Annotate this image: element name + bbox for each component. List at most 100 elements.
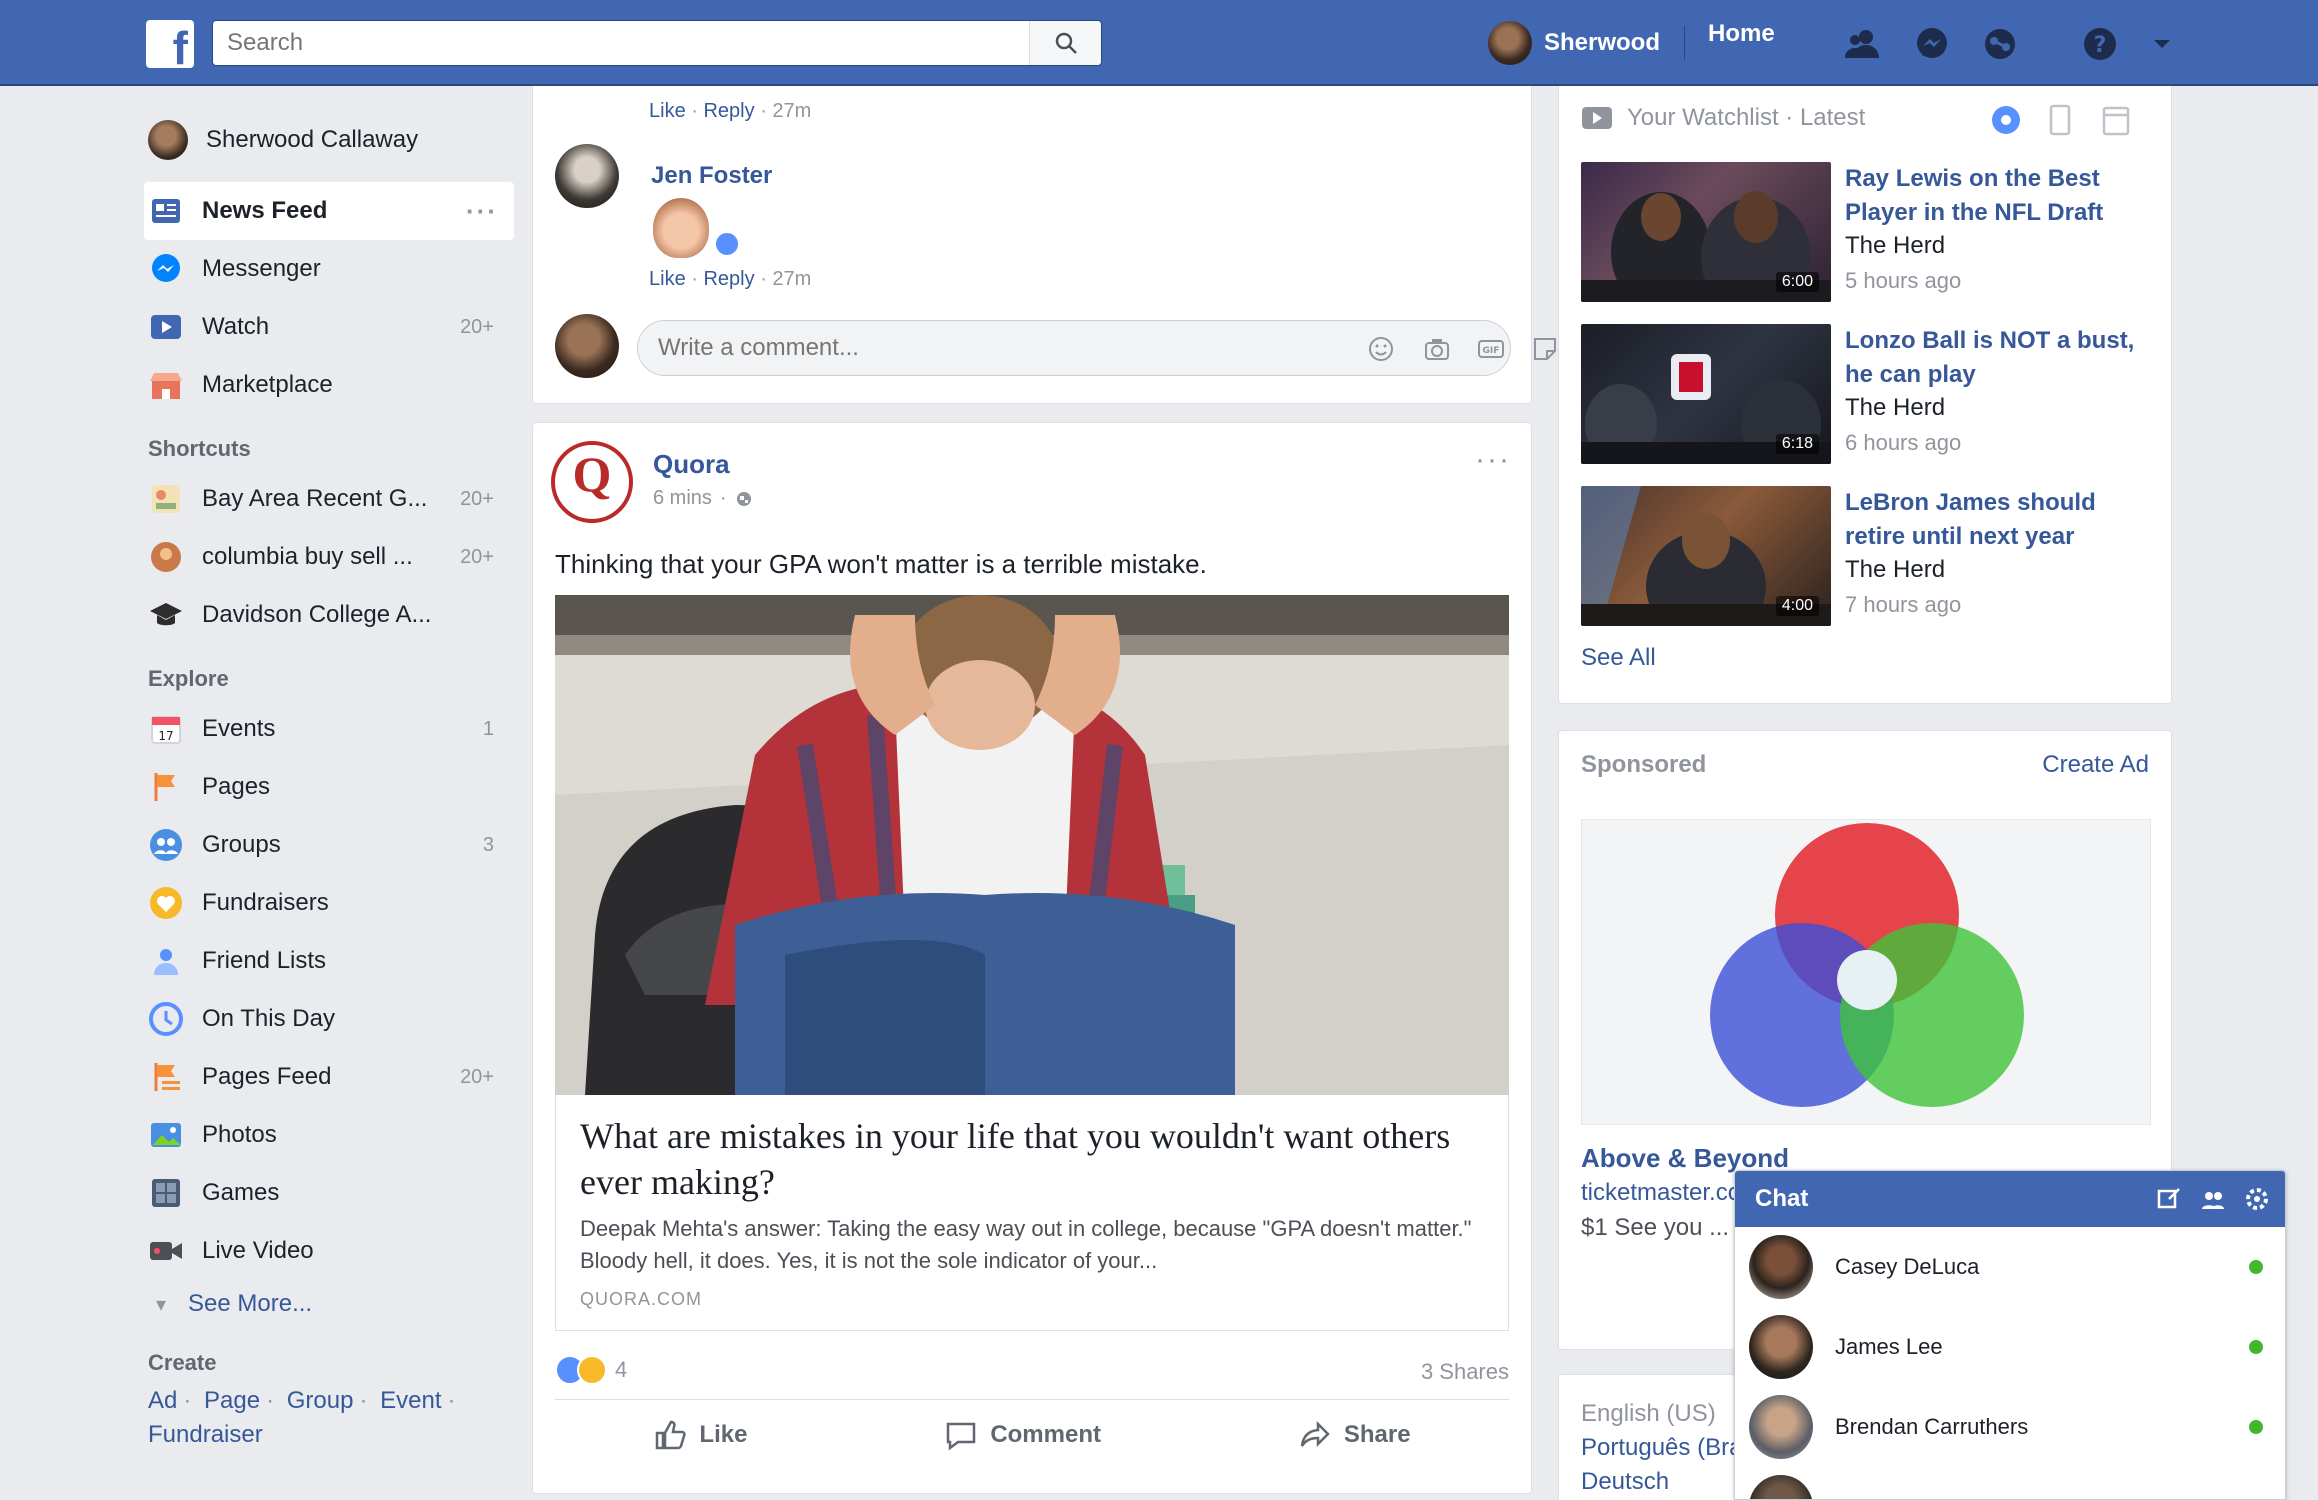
chevron-down-icon: ▾	[156, 1293, 167, 1316]
sidebar-item-friend-lists[interactable]: Friend Lists	[144, 932, 514, 990]
calendar-icon[interactable]	[2099, 102, 2133, 138]
chat-contact[interactable]: James Lee	[1735, 1307, 2285, 1387]
gif-icon[interactable]: GIF	[1476, 335, 1506, 363]
sidebar-item-news-feed[interactable]: News Feed ···	[144, 182, 514, 240]
messages-icon[interactable]	[1910, 22, 1954, 66]
shortcut-item[interactable]: Davidson College A...	[144, 586, 514, 644]
create-ad-link[interactable]: Ad	[148, 1387, 177, 1414]
sidebar-item-marketplace[interactable]: Marketplace	[144, 356, 514, 414]
new-message-icon[interactable]	[2155, 1185, 2183, 1213]
comment-timestamp: 27m	[772, 268, 812, 290]
sidebar-item-pages-feed[interactable]: Pages Feed 20+	[144, 1048, 514, 1106]
facebook-logo[interactable]: f	[146, 20, 194, 68]
see-all-link[interactable]: See All	[1581, 644, 1656, 672]
notifications-icon[interactable]	[1978, 22, 2022, 66]
notification-count: 1	[482, 717, 494, 740]
video-source[interactable]: The Herd	[1845, 556, 1945, 584]
search-input[interactable]	[213, 21, 1013, 65]
post-link-image[interactable]	[555, 595, 1509, 1095]
create-ad-link[interactable]: Create Ad	[2042, 751, 2149, 779]
news-feed: Like · Reply · 27m Jen Foster Like · Rep…	[532, 86, 1556, 1494]
comment-reply-link[interactable]: Reply	[703, 100, 754, 122]
share-button[interactable]: Share	[1298, 1418, 1411, 1452]
notification-count: 20+	[460, 487, 494, 510]
sidebar-item-fundraisers[interactable]: Fundraisers	[144, 874, 514, 932]
sidebar-item-photos[interactable]: Photos	[144, 1106, 514, 1164]
profile-link[interactable]: Sherwood	[1488, 20, 1660, 66]
link-title[interactable]: What are mistakes in your life that you …	[580, 1113, 1480, 1205]
video-thumbnail[interactable]: 6:18	[1581, 324, 1831, 464]
create-event-link[interactable]: Event	[380, 1387, 441, 1414]
link-preview[interactable]: What are mistakes in your life that you …	[555, 1095, 1509, 1331]
post-meta: 6 mins ·	[653, 487, 753, 510]
online-status-indicator	[2249, 1340, 2263, 1354]
ad-image[interactable]	[1581, 819, 2151, 1125]
sidebar-item-groups[interactable]: Groups 3	[144, 816, 514, 874]
video-title[interactable]: Ray Lewis on the Best Player in the NFL …	[1845, 162, 2155, 230]
settings-gear-icon[interactable]	[2243, 1185, 2271, 1213]
watchlist-video[interactable]: 4:00 LeBron James should retire until ne…	[1581, 486, 2171, 626]
comment-button[interactable]: Comment	[944, 1418, 1101, 1452]
search-button[interactable]	[1029, 21, 1101, 65]
watchlist-video[interactable]: 6:18 Lonzo Ball is NOT a bust, he can pl…	[1581, 324, 2171, 464]
help-icon[interactable]: ?	[2078, 22, 2122, 66]
comment-input[interactable]	[638, 321, 1238, 375]
video-title[interactable]: LeBron James should retire until next ye…	[1845, 486, 2155, 554]
color-venn-art	[1710, 823, 2024, 1107]
watchlist-panel: Your Watchlist · Latest 6:00 Ray Lewis o…	[1558, 86, 2172, 704]
profile-shortcut[interactable]: Sherwood Callaway	[144, 110, 514, 170]
shortcut-item[interactable]: Bay Area Recent G... 20+	[144, 470, 514, 528]
video-source[interactable]: The Herd	[1845, 232, 1945, 260]
sidebar-item-events[interactable]: 17 Events 1	[144, 700, 514, 758]
shortcut-item[interactable]: columbia buy sell ... 20+	[144, 528, 514, 586]
chat-contact[interactable]: Casey DeLuca	[1735, 1227, 2285, 1307]
like-button[interactable]: Like	[653, 1418, 747, 1452]
watchlist-video[interactable]: 6:00 Ray Lewis on the Best Player in the…	[1581, 162, 2171, 302]
create-fundraiser-link[interactable]: Fundraiser	[148, 1421, 263, 1448]
link-description: Deepak Mehta's answer: Taking the easy w…	[580, 1216, 1472, 1273]
friends-icon[interactable]	[1840, 22, 1884, 66]
home-link[interactable]: Home	[1708, 20, 1775, 66]
more-options-icon[interactable]: ···	[466, 196, 498, 227]
reaction-count: 4	[615, 1357, 628, 1382]
comment-reply-link[interactable]: Reply	[703, 268, 754, 290]
video-thumbnail[interactable]: 4:00	[1581, 486, 1831, 626]
share-count[interactable]: 3 Shares	[1421, 1359, 1509, 1385]
camera-icon[interactable]	[1422, 335, 1452, 363]
post-author[interactable]: Quora	[653, 449, 730, 480]
sidebar-item-pages[interactable]: Pages	[144, 758, 514, 816]
post-timestamp[interactable]: 6 mins	[653, 487, 712, 510]
comment-like-link[interactable]: Like	[649, 100, 686, 122]
watchlist-filter-icon[interactable]	[1989, 102, 2023, 138]
video-title[interactable]: Lonzo Ball is NOT a bust, he can play	[1845, 324, 2155, 392]
sidebar-item-live-video[interactable]: Live Video	[144, 1222, 514, 1280]
page-avatar[interactable]: Q	[551, 441, 633, 523]
reaction-summary[interactable]: 4	[555, 1355, 627, 1385]
create-page-link[interactable]: Page	[204, 1387, 260, 1414]
comment-composer[interactable]: GIF	[637, 320, 1556, 376]
sidebar-item-on-this-day[interactable]: On This Day	[144, 990, 514, 1048]
caret-down-icon[interactable]	[2148, 22, 2176, 66]
comment-like-link[interactable]: Like	[649, 268, 686, 290]
see-more-link[interactable]: ▾ See More...	[144, 1280, 514, 1328]
avatar[interactable]	[555, 144, 619, 208]
chat-contact[interactable]: Brendan Carruthers	[1735, 1387, 2285, 1467]
sticker-icon[interactable]	[1530, 335, 1560, 363]
commenter-name[interactable]: Jen Foster	[651, 162, 772, 190]
sidebar-item-games[interactable]: Games	[144, 1164, 514, 1222]
bookmark-icon[interactable]	[2043, 102, 2077, 138]
create-group-link[interactable]: Group	[287, 1387, 354, 1414]
sidebar-item-messenger[interactable]: Messenger	[144, 240, 514, 298]
group-chat-icon[interactable]	[2199, 1185, 2227, 1213]
emoji-icon[interactable]	[1366, 335, 1396, 363]
video-source[interactable]: The Herd	[1845, 394, 1945, 422]
comment-icon	[947, 1422, 976, 1450]
chat-header[interactable]: Chat	[1735, 1171, 2285, 1227]
video-thumbnail[interactable]: 6:00	[1581, 162, 1831, 302]
post-options-icon[interactable]: ···	[1475, 443, 1511, 477]
sidebar-item-watch[interactable]: Watch 20+	[144, 298, 514, 356]
watch-icon	[1582, 107, 1612, 129]
avatar	[1749, 1315, 1813, 1379]
search-bar[interactable]	[212, 20, 1102, 66]
chat-contact[interactable]	[1735, 1467, 2285, 1499]
